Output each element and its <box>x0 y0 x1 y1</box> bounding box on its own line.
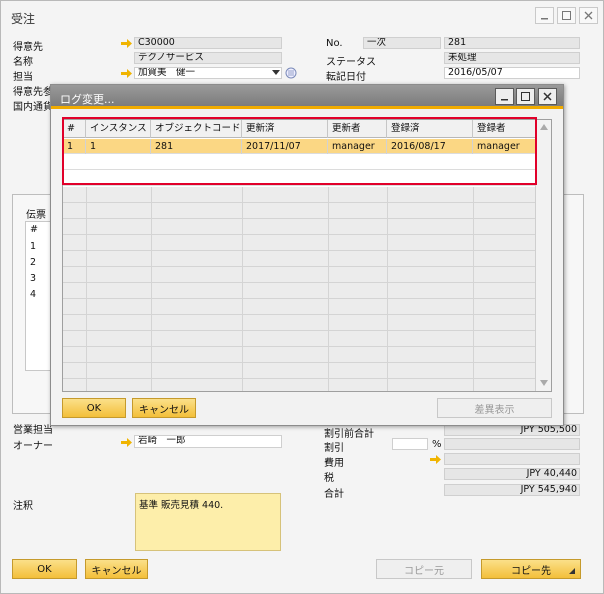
close-button[interactable] <box>579 7 598 24</box>
minimize-icon <box>541 18 548 20</box>
highlight-box <box>62 117 537 185</box>
show-differences-button[interactable]: 差異表示 <box>437 398 552 418</box>
grid-header-number: # <box>30 224 38 235</box>
posting-date-label: 転記日付 <box>326 72 366 83</box>
subtotal-label: 割引前合計 <box>324 429 374 440</box>
customer-field[interactable]: C30000 <box>134 37 282 49</box>
tab-contents-label: 伝票 <box>26 210 46 221</box>
remarks-field[interactable]: 基準 販売見積 440. <box>135 493 281 551</box>
posting-date-field[interactable]: 2016/05/07 <box>444 67 580 79</box>
ok-button[interactable]: OK <box>12 559 77 579</box>
grid-row-number: 4 <box>30 289 37 300</box>
customer-ref-label: 得意先参 <box>13 87 53 98</box>
copy-to-label: コピー先 <box>511 565 551 577</box>
lines-grid: # 1 2 3 4 <box>25 221 53 371</box>
minimize-icon <box>501 99 508 101</box>
minimize-button[interactable] <box>535 7 554 24</box>
tax-field: JPY 40,440 <box>444 468 580 480</box>
remarks-label: 注釈 <box>13 501 33 512</box>
series-select[interactable]: 一次 <box>363 37 441 49</box>
grid-empty-area <box>63 187 535 391</box>
percent-sign: % <box>432 439 442 450</box>
scroll-up-icon[interactable] <box>540 124 548 130</box>
contact-label: 担当 <box>13 72 33 83</box>
grid-row-number: 2 <box>30 257 37 268</box>
sales-employee-label: 営業担当 <box>13 425 53 436</box>
contact-select[interactable]: 加賀美 健一 <box>134 67 282 79</box>
maximize-icon <box>562 11 571 20</box>
dialog-title: ログ変更... <box>60 93 115 106</box>
tax-label: 税 <box>324 473 334 484</box>
status-field: 未処理 <box>444 52 580 64</box>
total-field: JPY 545,940 <box>444 484 580 496</box>
copy-from-button[interactable]: コピー元 <box>376 559 472 579</box>
name-label: 名称 <box>13 57 33 68</box>
grid-row-number: 3 <box>30 273 37 284</box>
status-label: ステータス <box>326 57 376 68</box>
owner-field[interactable]: 岩崎 一郎 <box>134 435 282 448</box>
link-arrow-icon[interactable] <box>121 39 133 48</box>
doc-number-field[interactable]: 281 <box>444 37 580 49</box>
name-field[interactable]: テクノサービス <box>134 52 282 64</box>
discount-label: 割引 <box>324 443 344 454</box>
details-icon[interactable] <box>285 67 297 79</box>
dialog-cancel-button[interactable]: キャンセル <box>132 398 196 418</box>
total-label: 合計 <box>324 489 344 500</box>
customer-label: 得意先 <box>13 42 43 53</box>
link-arrow-icon[interactable] <box>121 69 133 78</box>
dialog-titlebar: ログ変更... <box>51 85 563 109</box>
close-icon <box>543 92 552 101</box>
freight-label: 費用 <box>324 458 344 469</box>
owner-label: オーナー <box>13 441 53 452</box>
dialog-maximize-button[interactable] <box>516 88 535 105</box>
dialog-close-button[interactable] <box>538 88 557 105</box>
copy-to-button[interactable]: コピー先 <box>481 559 581 579</box>
maximize-icon <box>521 92 530 101</box>
grid-row-number: 1 <box>30 241 37 252</box>
chevron-down-icon <box>272 70 280 75</box>
freight-field <box>444 453 580 465</box>
link-arrow-icon[interactable] <box>121 438 133 447</box>
close-icon <box>584 11 593 20</box>
doc-number-label: No. <box>326 38 343 49</box>
dialog-minimize-button[interactable] <box>495 88 514 105</box>
vertical-scrollbar[interactable] <box>535 120 551 391</box>
discount-percent-field[interactable] <box>392 438 428 450</box>
currency-label: 国内通貨 <box>13 102 53 113</box>
cancel-button[interactable]: キャンセル <box>85 559 148 579</box>
maximize-button[interactable] <box>557 7 576 24</box>
scroll-down-icon[interactable] <box>540 380 548 386</box>
dialog-ok-button[interactable]: OK <box>62 398 126 418</box>
corner-arrow-icon <box>569 568 575 574</box>
link-arrow-icon[interactable] <box>430 455 442 464</box>
window-title: 受注 <box>11 12 36 26</box>
discount-amount-field <box>444 438 580 450</box>
